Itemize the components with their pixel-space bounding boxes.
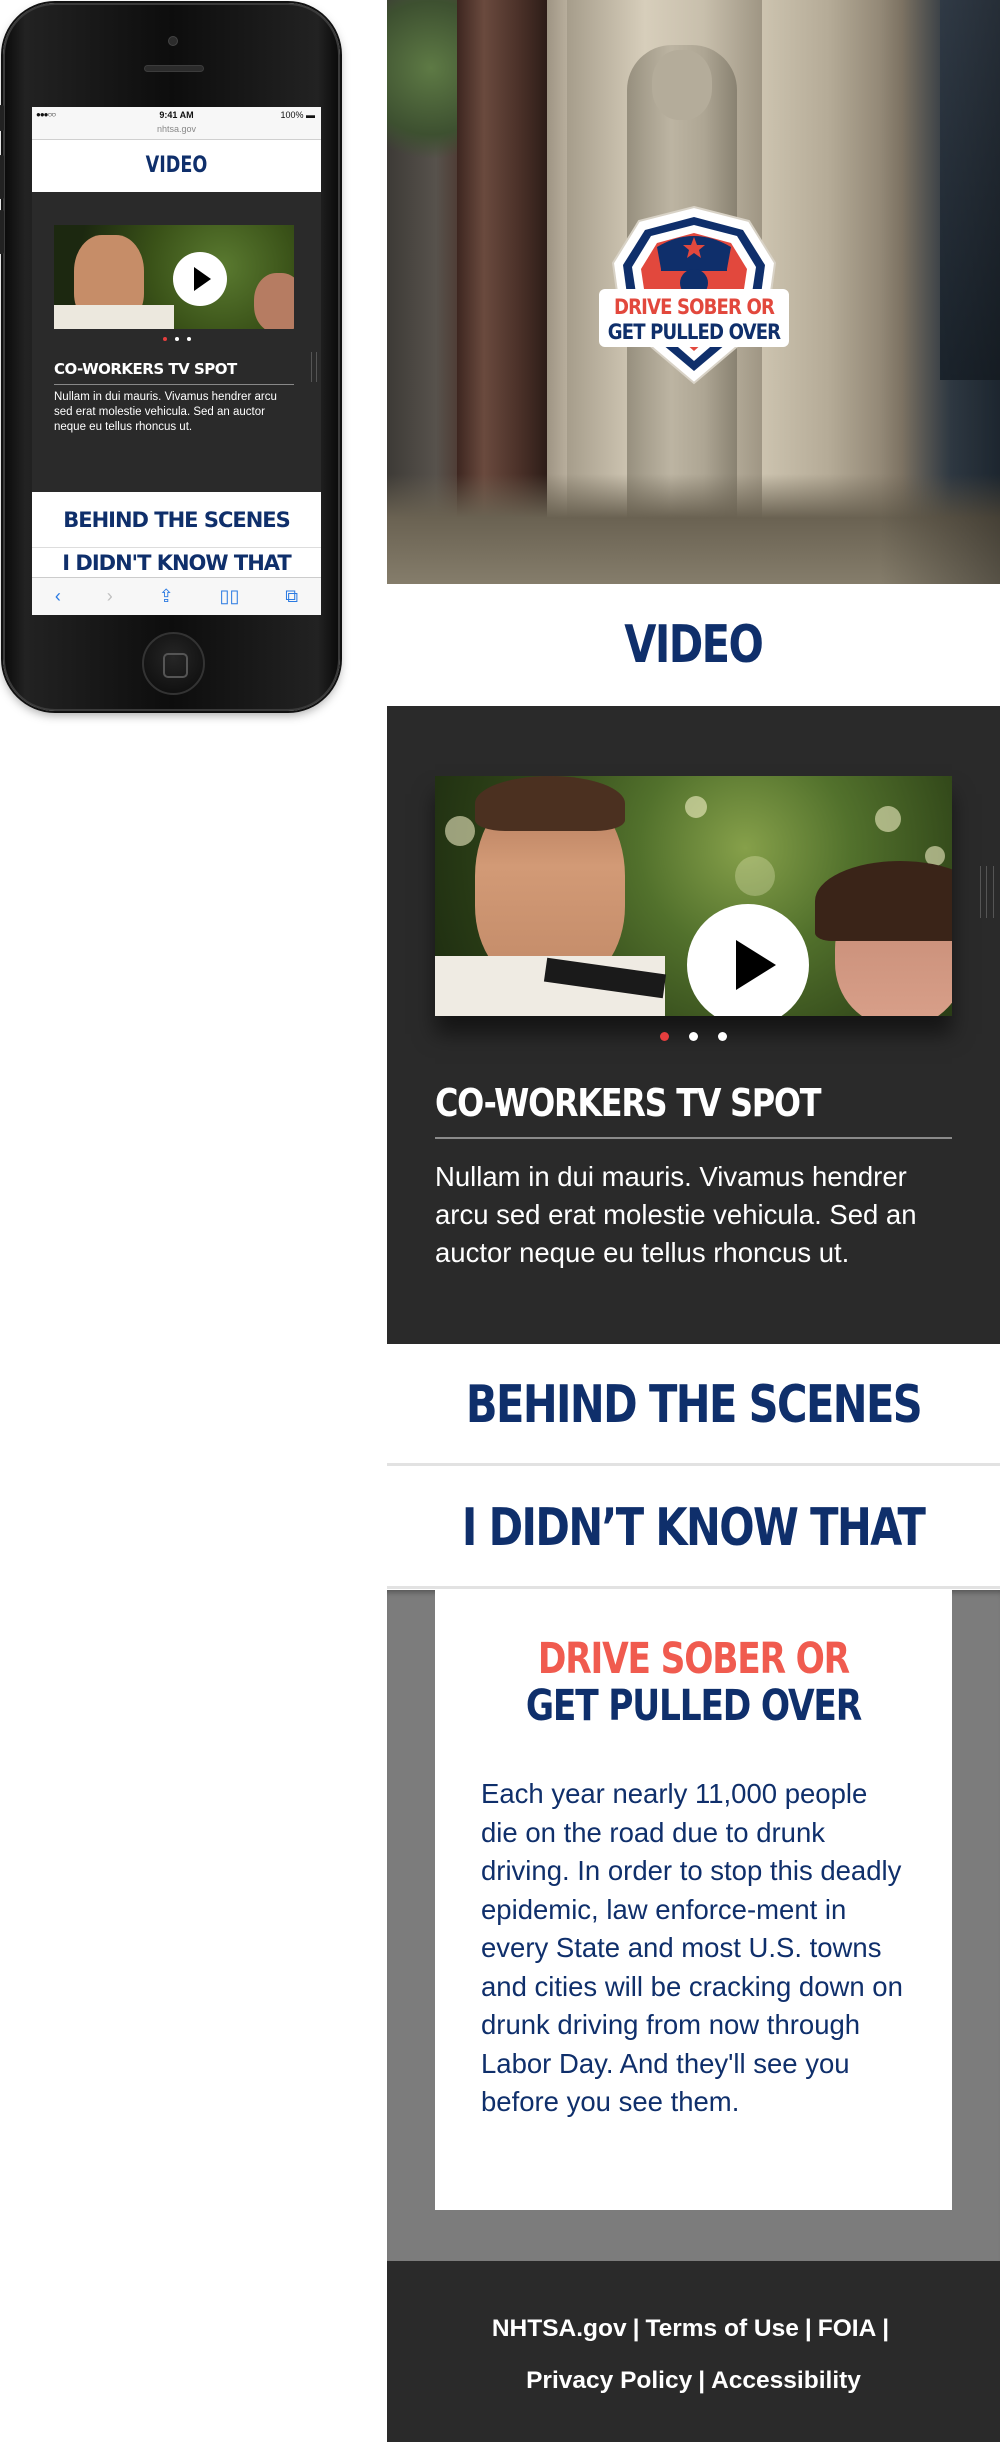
carousel-dots bbox=[387, 1032, 1000, 1041]
card-title-line-1: DRIVE SOBER OR bbox=[537, 1634, 850, 1684]
badge-line-1: DRIVE SOBER OR bbox=[614, 295, 775, 320]
footer-link-nhtsa[interactable]: NHTSA.gov bbox=[492, 2315, 627, 2342]
footer: NHTSA.gov | Terms of Use | FOIA | Privacy Pol… bbox=[387, 2261, 1000, 2442]
section-heading-video: VIDEO bbox=[387, 584, 1000, 706]
phone-menu-behind-the-scenes[interactable]: BEHIND THE SCENES bbox=[32, 492, 321, 548]
carousel-dot[interactable] bbox=[174, 337, 179, 341]
badge-line-2: GET PULLED OVER bbox=[608, 320, 781, 345]
section-heading-text: VIDEO bbox=[624, 615, 764, 675]
status-time: 9:41 AM bbox=[159, 110, 194, 120]
status-bar: ●●●○○ 9:41 AM 100% ▬ bbox=[32, 107, 321, 124]
footer-link-foia[interactable]: FOIA bbox=[818, 2315, 877, 2342]
share-icon[interactable]: ⇪ bbox=[159, 586, 174, 607]
back-icon[interactable]: ‹ bbox=[55, 586, 61, 607]
info-section: DRIVE SOBER OR GET PULLED OVER Each year… bbox=[387, 1590, 1000, 2261]
url-bar[interactable]: nhtsa.gov bbox=[32, 124, 321, 140]
play-icon[interactable] bbox=[687, 904, 809, 1016]
video-panel: CO-WORKERS TV SPOT Nullam in dui mauris.… bbox=[387, 706, 1000, 1344]
card-body-text: Each year nearly 11,000 people die on th… bbox=[481, 1778, 903, 2117]
footer-link-privacy[interactable]: Privacy Policy bbox=[526, 2367, 692, 2394]
browser-toolbar: ‹ › ⇪ ▯▯ ⧉ bbox=[32, 577, 321, 615]
phone-carousel-dots bbox=[32, 337, 321, 341]
scroll-handle[interactable] bbox=[980, 866, 994, 918]
phone-speaker bbox=[144, 65, 204, 72]
phone-video-title: CO-WORKERS TV SPOT bbox=[54, 360, 294, 385]
phone-menu-didnt-know-that[interactable]: I DIDN'T KNOW THAT bbox=[32, 548, 321, 570]
bookmarks-icon[interactable]: ▯▯ bbox=[220, 586, 240, 607]
carousel-dot[interactable] bbox=[689, 1032, 698, 1041]
tabs-icon[interactable]: ⧉ bbox=[285, 586, 298, 607]
info-card: DRIVE SOBER OR GET PULLED OVER Each year… bbox=[435, 1590, 952, 2210]
phone-section-heading: VIDEO bbox=[60, 140, 293, 192]
battery-icon: 100% ▬ bbox=[280, 110, 315, 120]
menu-i-didnt-know-that[interactable]: I DIDN’T KNOW THAT bbox=[387, 1467, 1000, 1589]
video-thumbnail[interactable] bbox=[435, 776, 952, 1016]
carousel-dot[interactable] bbox=[718, 1032, 727, 1041]
phone-screen: ●●●○○ 9:41 AM 100% ▬ nhtsa.gov VIDEO CO-… bbox=[32, 107, 321, 615]
menu-label: I DIDN’T KNOW THAT bbox=[462, 1498, 926, 1558]
carousel-dot[interactable] bbox=[660, 1032, 669, 1041]
footer-link-accessibility[interactable]: Accessibility bbox=[711, 2367, 861, 2394]
phone-scroll-handle[interactable] bbox=[311, 352, 317, 382]
phone-mockup: ●●●○○ 9:41 AM 100% ▬ nhtsa.gov VIDEO CO-… bbox=[0, 3, 340, 711]
phone-video-description: Nullam in dui mauris. Vivamus hendrer ar… bbox=[54, 391, 277, 433]
phone-volume-down bbox=[0, 210, 4, 254]
forward-icon[interactable]: › bbox=[107, 586, 113, 607]
detail-column: DRIVE SOBER OR GET PULLED OVER VIDEO CO-… bbox=[387, 0, 1000, 2442]
campaign-badge-logo: DRIVE SOBER OR GET PULLED OVER bbox=[599, 205, 789, 385]
carousel-dot[interactable] bbox=[186, 337, 191, 341]
phone-mute-switch bbox=[0, 105, 4, 131]
menu-behind-the-scenes[interactable]: BEHIND THE SCENES bbox=[387, 1344, 1000, 1466]
hero-image: DRIVE SOBER OR GET PULLED OVER bbox=[387, 0, 1000, 584]
carousel-dot[interactable] bbox=[162, 337, 167, 341]
video-title: CO-WORKERS TV SPOT bbox=[435, 1081, 952, 1139]
video-description: Nullam in dui mauris. Vivamus hendrer ar… bbox=[435, 1161, 917, 1268]
phone-camera bbox=[168, 36, 178, 46]
footer-links-row-1: NHTSA.gov | Terms of Use | FOIA | bbox=[491, 2315, 890, 2342]
card-title-line-2: GET PULLED OVER bbox=[525, 1681, 862, 1731]
phone-play-icon[interactable] bbox=[173, 252, 227, 306]
phone-volume-up bbox=[0, 155, 4, 199]
footer-link-terms[interactable]: Terms of Use bbox=[645, 2315, 798, 2342]
video-title-text: CO-WORKERS TV SPOT bbox=[435, 1081, 822, 1125]
footer-links-row-2: Privacy Policy | Accessibility bbox=[526, 2367, 861, 2394]
phone-home-button[interactable] bbox=[142, 632, 205, 695]
phone-video-panel: CO-WORKERS TV SPOT Nullam in dui mauris.… bbox=[32, 192, 321, 492]
menu-label: BEHIND THE SCENES bbox=[465, 1375, 923, 1435]
